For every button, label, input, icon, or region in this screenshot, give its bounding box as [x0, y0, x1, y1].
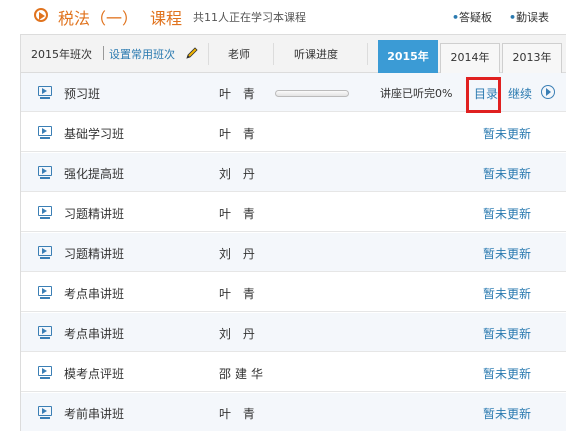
- video-screen-icon: [38, 406, 52, 419]
- tab-year-2014[interactable]: 2014年: [440, 43, 500, 73]
- video-screen-icon: [38, 86, 52, 99]
- class-row: 强化提高班 刘 丹 暂未更新: [21, 153, 566, 192]
- class-row: 考点串讲班 刘 丹 暂未更新: [21, 313, 566, 352]
- video-screen-icon: [38, 246, 52, 259]
- video-screen-icon: [38, 286, 52, 299]
- course-title: 税法（一）: [58, 9, 139, 28]
- class-name: 模考点评班: [64, 367, 125, 381]
- year-class-label: 2015年班次: [31, 48, 92, 61]
- teacher-name: 叶 青: [219, 87, 259, 101]
- teacher-name: 叶 青: [219, 407, 259, 421]
- qa-board-link[interactable]: •答疑板: [452, 9, 492, 25]
- video-screen-icon: [38, 126, 52, 139]
- teacher-name: 叶 青: [219, 207, 259, 221]
- tab-year-2013[interactable]: 2013年: [502, 43, 562, 73]
- progress-text: 讲座已听完0%: [380, 87, 453, 100]
- video-screen-icon: [38, 206, 52, 219]
- class-row: 模考点评班 邵建华 暂未更新: [21, 353, 566, 392]
- class-name: 基础学习班: [64, 127, 125, 141]
- update-status: 暂未更新: [483, 247, 532, 261]
- highlight-box: [466, 77, 501, 113]
- class-list-panel: 2015年班次 设置常用班次 老师 听课进度 2015年 2014年 2013年…: [20, 34, 566, 431]
- class-name[interactable]: 预习班: [64, 85, 100, 102]
- class-name: 考点串讲班: [64, 327, 125, 341]
- class-name: 考前串讲班: [64, 407, 125, 421]
- update-status: 暂未更新: [483, 367, 532, 381]
- update-status: 暂未更新: [483, 207, 532, 221]
- column-divider: [367, 43, 368, 65]
- class-list-header: 2015年班次 设置常用班次 老师 听课进度 2015年 2014年 2013年: [21, 35, 566, 73]
- course-header-bar: 税法（一） 课程 共11人正在学习本课程 •答疑板 •勤误表: [0, 0, 566, 34]
- update-status: 暂未更新: [483, 287, 532, 301]
- update-status: 暂未更新: [483, 407, 532, 421]
- tab-year-2015[interactable]: 2015年: [378, 40, 438, 73]
- header-separator: [103, 46, 104, 60]
- class-row: 习题精讲班 刘 丹 暂未更新: [21, 233, 566, 272]
- teacher-name: 刘 丹: [219, 327, 259, 341]
- teacher-name: 刘 丹: [219, 167, 259, 181]
- play-icon[interactable]: [541, 85, 555, 99]
- progress-bar: [275, 90, 349, 97]
- course-label: 课程: [150, 9, 183, 28]
- pencil-icon[interactable]: [184, 45, 200, 61]
- teacher-name: 叶 青: [219, 287, 259, 301]
- class-row-preview: 预习班 叶 青 讲座已听完0% 目录 继续: [21, 73, 566, 113]
- play-circle-icon: [34, 8, 48, 22]
- video-screen-icon: [38, 326, 52, 339]
- update-status: 暂未更新: [483, 167, 532, 181]
- teacher-column-header: 老师: [228, 48, 250, 61]
- errata-link[interactable]: •勤误表: [509, 9, 549, 25]
- class-row: 考前串讲班 叶 青 暂未更新: [21, 393, 566, 431]
- column-divider: [273, 43, 274, 65]
- progress-column-header: 听课进度: [294, 48, 338, 61]
- teacher-name: 刘 丹: [219, 247, 259, 261]
- class-row: 基础学习班 叶 青 暂未更新: [21, 113, 566, 152]
- class-row: 考点串讲班 叶 青 暂未更新: [21, 273, 566, 312]
- update-status: 暂未更新: [483, 127, 532, 141]
- video-screen-icon: [38, 166, 52, 179]
- video-screen-icon: [38, 366, 52, 379]
- teacher-name: 叶 青: [219, 127, 259, 141]
- learners-count-text: 共11人正在学习本课程: [193, 11, 306, 24]
- class-row: 习题精讲班 叶 青 暂未更新: [21, 193, 566, 232]
- teacher-name: 邵建华: [219, 367, 268, 381]
- class-name: 习题精讲班: [64, 247, 125, 261]
- continue-link[interactable]: 继续: [508, 85, 532, 102]
- column-divider: [208, 43, 209, 65]
- class-name: 考点串讲班: [64, 287, 125, 301]
- class-name: 强化提高班: [64, 167, 125, 181]
- set-common-classes-link[interactable]: 设置常用班次: [109, 46, 175, 62]
- update-status: 暂未更新: [483, 327, 532, 341]
- class-name: 习题精讲班: [64, 207, 125, 221]
